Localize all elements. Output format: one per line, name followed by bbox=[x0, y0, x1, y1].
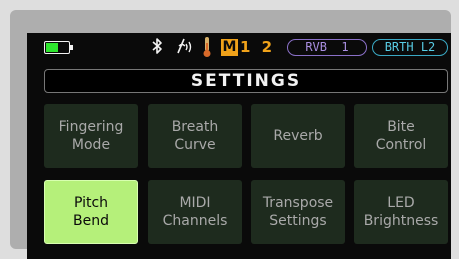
breath-status-pill: BRTH L2 bbox=[372, 39, 448, 56]
menu-item-breath-curve[interactable]: Breath Curve bbox=[148, 104, 242, 168]
display-screen: M 1 2 RVB 1 BRTH L2 SETTINGS Fingering M… bbox=[27, 33, 451, 259]
menu-item-pitch-bend[interactable]: Pitch Bend bbox=[44, 180, 138, 244]
menu-item-bite-control[interactable]: Bite Control bbox=[354, 104, 448, 168]
device-frame: M 1 2 RVB 1 BRTH L2 SETTINGS Fingering M… bbox=[10, 10, 451, 259]
menu-item-transpose-settings[interactable]: Transpose Settings bbox=[251, 180, 345, 244]
mode-badge: M bbox=[221, 39, 238, 56]
page-title: SETTINGS bbox=[190, 71, 302, 91]
menu-item-led-brightness[interactable]: LED Brightness bbox=[354, 180, 448, 244]
reverb-status-pill: RVB 1 bbox=[287, 39, 367, 56]
menu-item-reverb[interactable]: Reverb bbox=[251, 104, 345, 168]
battery-icon bbox=[44, 41, 73, 54]
mode-digits: 1 2 bbox=[240, 38, 276, 56]
title-bar: SETTINGS bbox=[44, 69, 448, 93]
bluetooth-icon bbox=[152, 38, 162, 54]
battery-tip bbox=[70, 45, 73, 50]
breath-sensor-icon bbox=[177, 38, 192, 54]
menu-item-fingering-mode[interactable]: Fingering Mode bbox=[44, 104, 138, 168]
menu-item-midi-channels[interactable]: MIDI Channels bbox=[148, 180, 242, 244]
thermometer-icon bbox=[203, 37, 211, 57]
battery-level-fill bbox=[46, 43, 58, 52]
